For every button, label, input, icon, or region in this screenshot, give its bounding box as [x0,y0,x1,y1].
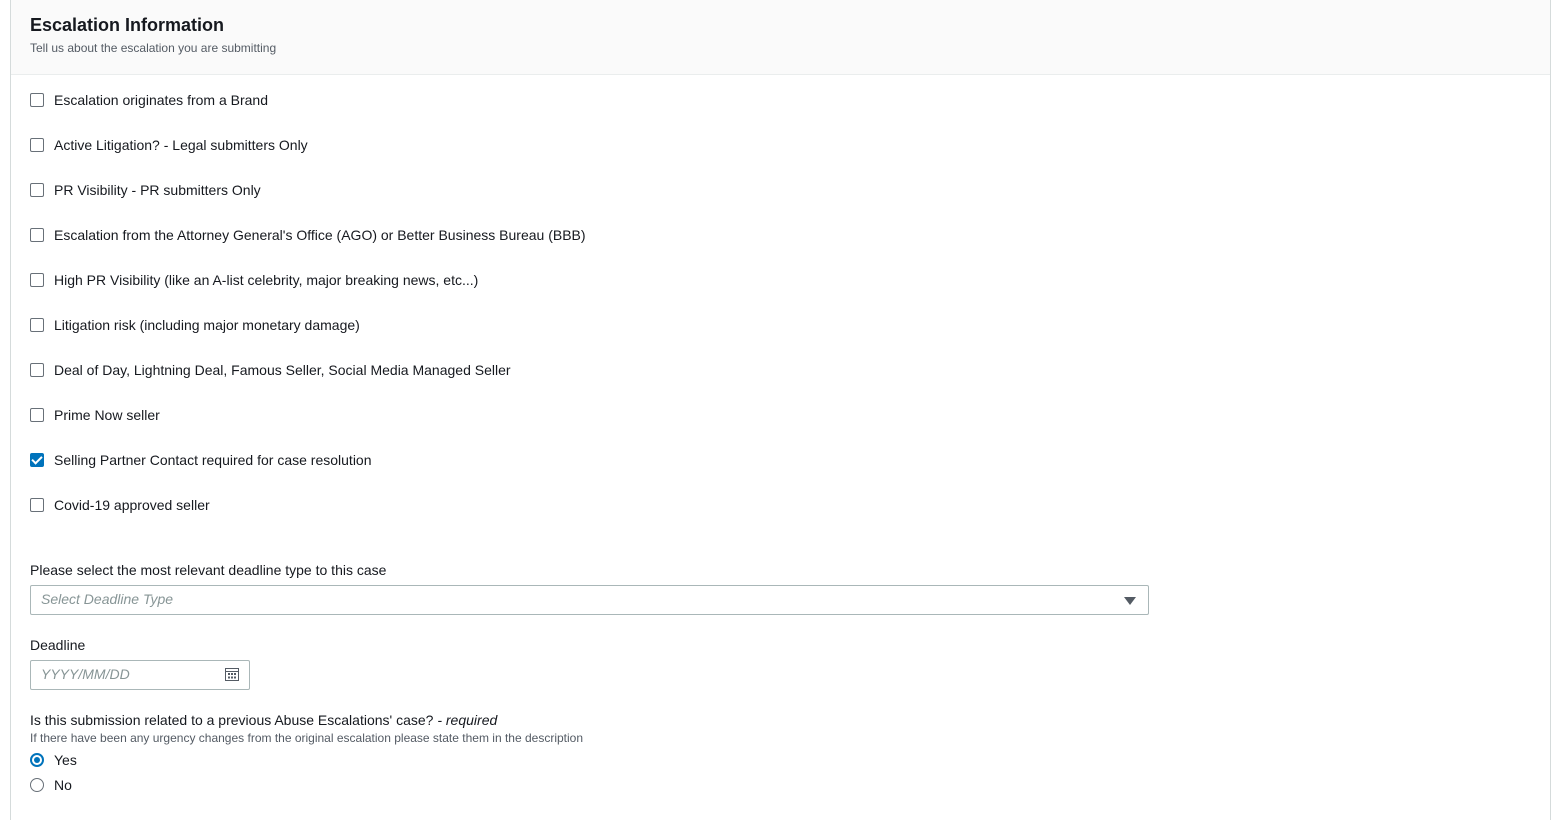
radio-option-no[interactable]: No [30,775,72,795]
radio[interactable] [30,778,44,792]
checkbox[interactable] [30,408,44,422]
checkbox-list: Escalation originates from a Brand Activ… [30,89,586,539]
calendar-icon[interactable] [225,667,239,681]
caret-down-icon[interactable] [1124,597,1136,605]
checkbox-row-selling-partner-contact[interactable]: Selling Partner Contact required for cas… [30,449,586,494]
checkbox-row-prime-now[interactable]: Prime Now seller [30,404,586,449]
checkbox-row-active-litigation[interactable]: Active Litigation? - Legal submitters On… [30,134,586,179]
checkbox[interactable] [30,228,44,242]
checkbox[interactable] [30,183,44,197]
checkbox-label[interactable]: Covid-19 approved seller [54,494,210,516]
deadline-placeholder: YYYY/MM/DD [41,666,130,682]
deadline-date-input[interactable]: YYYY/MM/DD [30,660,250,690]
checkbox-label[interactable]: Deal of Day, Lightning Deal, Famous Sell… [54,359,511,381]
checkbox-row-litigation-risk[interactable]: Litigation risk (including major monetar… [30,314,586,359]
checkbox[interactable] [30,273,44,287]
panel-subtitle: Tell us about the escalation you are sub… [30,41,277,55]
radio-selected[interactable] [30,753,44,767]
checkbox-row-deal-of-day[interactable]: Deal of Day, Lightning Deal, Famous Sell… [30,359,586,404]
checkbox-label[interactable]: PR Visibility - PR submitters Only [54,179,261,201]
previous-case-help: If there have been any urgency changes f… [30,731,584,745]
checkbox-row-pr-visibility[interactable]: PR Visibility - PR submitters Only [30,179,586,224]
checkbox-label[interactable]: Prime Now seller [54,404,160,426]
deadline-label: Deadline [30,637,86,653]
checkbox-row-ago-bbb[interactable]: Escalation from the Attorney General's O… [30,224,586,269]
deadline-type-select[interactable]: Select Deadline Type [30,585,1149,615]
checkbox-label[interactable]: High PR Visibility (like an A-list celeb… [54,269,478,291]
required-marker: - required [433,712,498,728]
escalation-panel: Escalation Information Tell us about the… [10,0,1551,820]
checkbox-row-covid-19[interactable]: Covid-19 approved seller [30,494,586,539]
deadline-type-label: Please select the most relevant deadline… [30,562,387,578]
checkbox[interactable] [30,318,44,332]
previous-case-question-text: Is this submission related to a previous… [30,712,434,728]
deadline-type-placeholder: Select Deadline Type [41,591,174,607]
checkbox-row-brand[interactable]: Escalation originates from a Brand [30,89,586,134]
checkbox[interactable] [30,138,44,152]
checkbox[interactable] [30,93,44,107]
checkbox-label[interactable]: Escalation from the Attorney General's O… [54,224,586,246]
checkbox-label[interactable]: Litigation risk (including major monetar… [54,314,360,336]
previous-case-question: Is this submission related to a previous… [30,710,497,730]
checkbox-label[interactable]: Selling Partner Contact required for cas… [54,449,372,471]
checkbox-label[interactable]: Active Litigation? - Legal submitters On… [54,134,308,156]
radio-label[interactable]: No [54,775,72,795]
checkbox-checked[interactable] [30,453,44,467]
checkbox[interactable] [30,363,44,377]
checkbox-row-high-pr-visibility[interactable]: High PR Visibility (like an A-list celeb… [30,269,586,314]
checkbox-label[interactable]: Escalation originates from a Brand [54,89,268,111]
panel-header: Escalation Information Tell us about the… [11,0,1550,75]
checkbox[interactable] [30,498,44,512]
panel-title: Escalation Information [30,15,225,35]
radio-label[interactable]: Yes [54,750,77,770]
radio-option-yes[interactable]: Yes [30,750,77,770]
